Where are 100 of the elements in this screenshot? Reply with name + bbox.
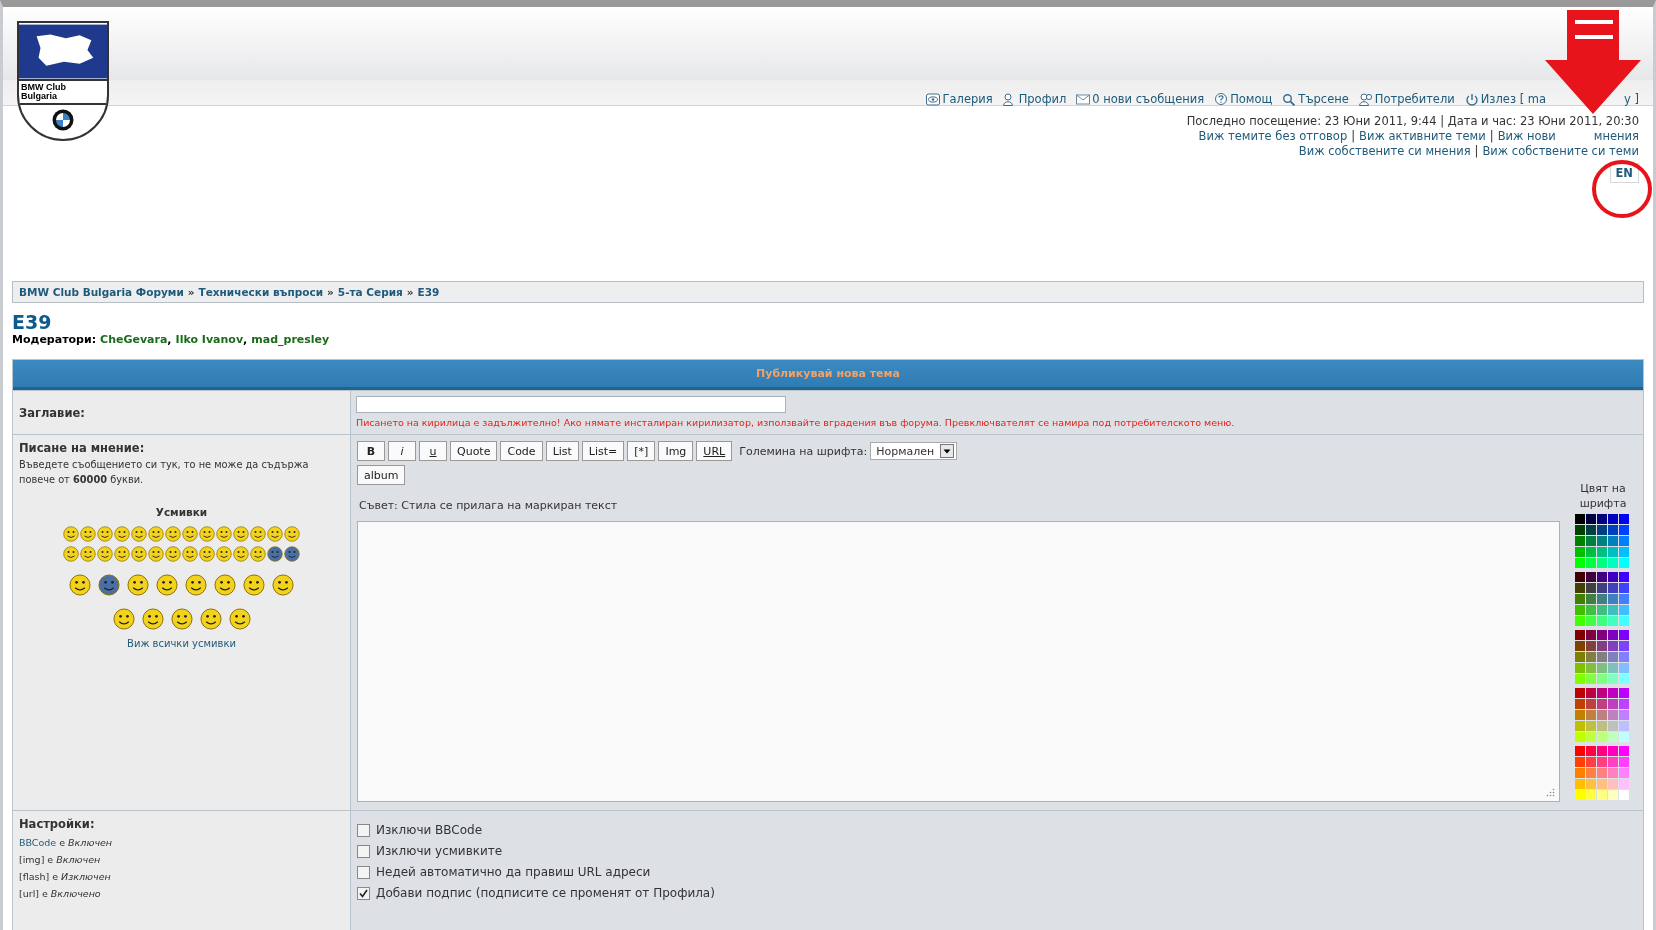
club-logo[interactable]: BMW Club Bulgaria bbox=[17, 21, 109, 141]
nav-link[interactable]: y ] bbox=[1624, 92, 1639, 106]
format-button[interactable]: Code bbox=[500, 441, 543, 461]
option-label: Изключи усмивките bbox=[376, 844, 503, 858]
smiley-icon[interactable] bbox=[80, 546, 96, 562]
smiley-icon[interactable] bbox=[182, 546, 198, 562]
smiley-icon[interactable] bbox=[165, 546, 181, 562]
checkbox[interactable] bbox=[357, 823, 370, 837]
breadcrumb-link[interactable]: Технически въпроси bbox=[198, 286, 324, 298]
format-button[interactable]: List bbox=[545, 441, 579, 461]
smiley-icon[interactable] bbox=[165, 526, 181, 542]
smiley-icon[interactable] bbox=[284, 546, 300, 562]
smiley-icon[interactable] bbox=[131, 526, 147, 542]
dropdown-icon bbox=[940, 444, 955, 458]
format-button[interactable]: B bbox=[357, 441, 385, 461]
smiley-icon[interactable] bbox=[272, 574, 294, 596]
format-button[interactable]: [*] bbox=[627, 441, 656, 461]
smiley-icon[interactable] bbox=[199, 546, 215, 562]
nav-link[interactable]: 0 нови съобщения bbox=[1076, 92, 1205, 106]
breadcrumb-link[interactable]: E39 bbox=[417, 286, 440, 298]
breadcrumb-link[interactable]: 5-та Серия bbox=[337, 286, 403, 298]
link[interactable]: Виж активните теми bbox=[1359, 129, 1486, 144]
smiley-icon[interactable] bbox=[199, 526, 215, 542]
separator: | bbox=[1474, 144, 1479, 159]
nav-link[interactable]: Помощ bbox=[1214, 92, 1273, 106]
smiley-icon[interactable] bbox=[214, 574, 236, 596]
format-button[interactable]: Quote bbox=[450, 441, 498, 461]
resize-grip-icon bbox=[1546, 788, 1555, 797]
option-verb: е bbox=[59, 837, 66, 848]
comma: , bbox=[167, 333, 172, 346]
smiley-icon[interactable] bbox=[284, 526, 300, 542]
nav-link[interactable]: Търсене bbox=[1282, 92, 1349, 106]
option-label: Добави подпис (подписите се променят от Профила) bbox=[376, 886, 715, 900]
smiley-icon[interactable] bbox=[97, 526, 113, 542]
smiley-icon[interactable] bbox=[233, 526, 249, 542]
smiley-icon[interactable] bbox=[80, 526, 96, 542]
person-icon bbox=[1358, 92, 1373, 106]
smiley-icon[interactable] bbox=[182, 526, 198, 542]
format-button[interactable]: URL bbox=[696, 441, 733, 461]
bbcode-link[interactable]: BBCode bbox=[19, 837, 57, 848]
breadcrumb-separator: » bbox=[406, 286, 414, 298]
link[interactable]: Виж собствените си мнения bbox=[1298, 144, 1471, 159]
smiley-icon[interactable] bbox=[250, 526, 266, 542]
album-button[interactable]: album bbox=[357, 465, 406, 485]
nav-link[interactable]: Излез [ ma bbox=[1464, 92, 1547, 106]
smiley-icon[interactable] bbox=[63, 526, 79, 542]
smiley-icon[interactable] bbox=[127, 574, 149, 596]
moderator-link[interactable]: CheGevara bbox=[100, 333, 168, 346]
roundel-icon bbox=[52, 109, 74, 131]
smiley-icon[interactable] bbox=[141, 608, 164, 630]
nav-link[interactable]: Профил bbox=[1002, 92, 1067, 106]
smiley-icon[interactable] bbox=[216, 526, 232, 542]
smiley-icon[interactable] bbox=[148, 546, 164, 562]
smiley-icon[interactable] bbox=[69, 574, 91, 596]
warning-text: Писането на кирилица е задължително! Ако нямате инсталиран кирилизатор, използвайте вградения във форума. Превключвателят се намира под потребителското меню. bbox=[356, 417, 1236, 428]
smiley-icon[interactable] bbox=[243, 574, 265, 596]
moderator-link[interactable]: Ilko Ivanov bbox=[175, 333, 244, 346]
smiley-icon[interactable] bbox=[233, 546, 249, 562]
breadcrumb-link[interactable]: BMW Club Bulgaria Форуми bbox=[19, 286, 184, 298]
moderator-link[interactable]: mad_presley bbox=[251, 333, 330, 346]
format-button[interactable]: i bbox=[388, 441, 416, 461]
moderators-label: Модератори: bbox=[12, 333, 97, 346]
font-size-select[interactable]: Нормален bbox=[870, 442, 958, 460]
options-label: Настройки: bbox=[19, 817, 96, 831]
smiley-icon[interactable] bbox=[267, 526, 283, 542]
smiley-icon[interactable] bbox=[228, 608, 251, 630]
smiley-icon[interactable] bbox=[131, 546, 147, 562]
all-smilies-link[interactable]: Виж всички усмивки bbox=[19, 638, 344, 649]
smiley-icon[interactable] bbox=[97, 546, 113, 562]
nav-link[interactable]: Галерия bbox=[926, 92, 993, 106]
smiley-icon[interactable] bbox=[170, 608, 193, 630]
checkbox[interactable] bbox=[357, 886, 370, 900]
smilies-title: Усмивки bbox=[154, 506, 209, 518]
smiley-icon[interactable] bbox=[267, 546, 283, 562]
color-palette[interactable] bbox=[1575, 514, 1631, 801]
smiley-icon[interactable] bbox=[250, 546, 266, 562]
smiley-icon[interactable] bbox=[63, 546, 79, 562]
nav-link[interactable]: Потребители bbox=[1358, 92, 1455, 106]
option-state: Включен bbox=[56, 854, 101, 865]
link[interactable]: Виж собствените си теми bbox=[1482, 144, 1639, 159]
option-label: Недей автоматично да правиш URL адреси bbox=[376, 865, 651, 879]
link[interactable]: Виж темите без отговор bbox=[1198, 129, 1348, 144]
subject-field[interactable] bbox=[356, 396, 786, 413]
format-button[interactable]: u bbox=[419, 441, 447, 461]
smiley-icon[interactable] bbox=[114, 526, 130, 542]
smiley-icon[interactable] bbox=[112, 608, 135, 630]
smiley-icon[interactable] bbox=[156, 574, 178, 596]
smiley-icon[interactable] bbox=[114, 546, 130, 562]
form-header: Публикувай нова тема bbox=[13, 360, 1643, 390]
link[interactable]: Виж нови bbox=[1497, 129, 1556, 144]
format-button[interactable]: Img bbox=[658, 441, 694, 461]
format-button[interactable]: List= bbox=[581, 441, 625, 461]
smiley-icon[interactable] bbox=[98, 574, 120, 596]
smiley-icon[interactable] bbox=[148, 526, 164, 542]
smiley-icon[interactable] bbox=[216, 546, 232, 562]
checkbox[interactable] bbox=[357, 865, 370, 879]
checkbox[interactable] bbox=[357, 844, 370, 858]
smiley-icon[interactable] bbox=[199, 608, 222, 630]
smiley-icon[interactable] bbox=[185, 574, 207, 596]
link[interactable]: мнения bbox=[1593, 129, 1639, 144]
